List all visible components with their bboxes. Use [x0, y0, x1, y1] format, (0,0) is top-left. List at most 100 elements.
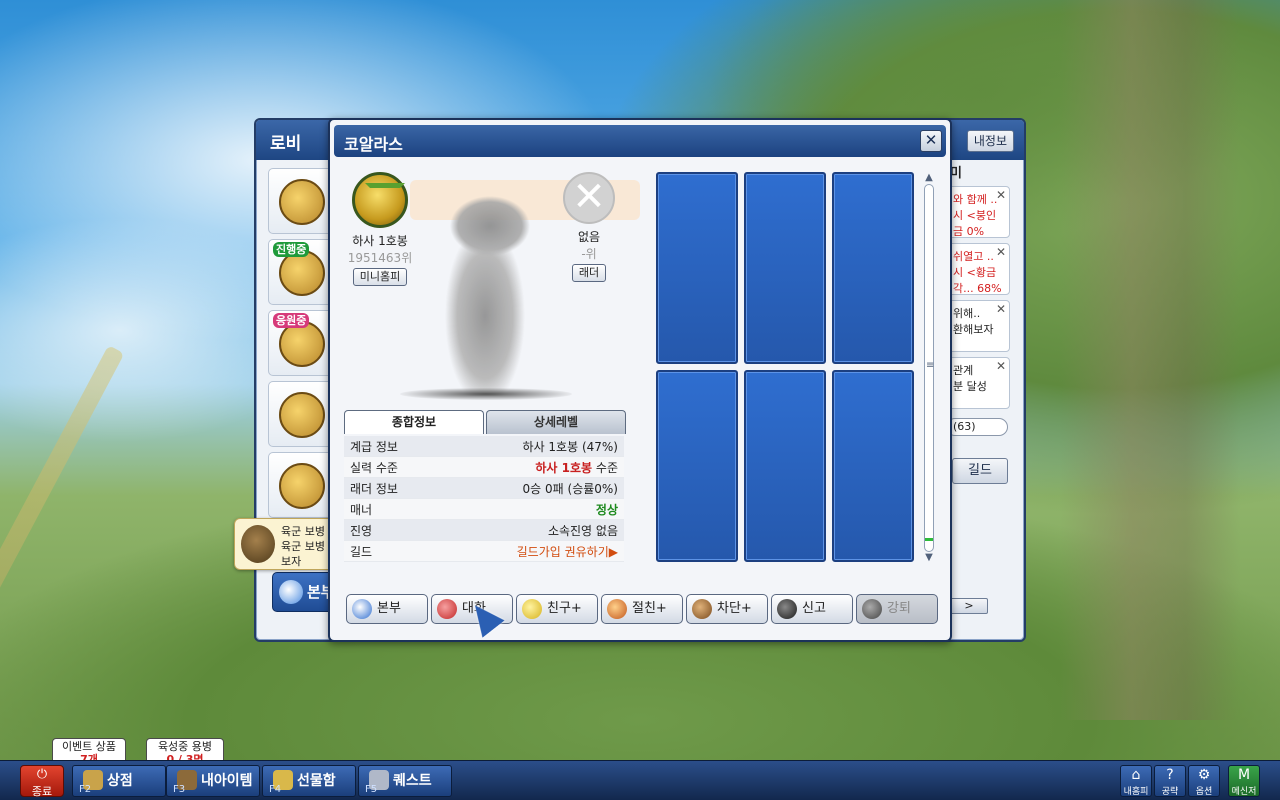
quest-label: 퀘스트	[393, 773, 432, 789]
next-page-button[interactable]: >	[950, 598, 988, 614]
quest-card-line: 금 0%	[953, 225, 985, 238]
options-button[interactable]: ⚙ 옵션	[1188, 765, 1220, 797]
info-label: 매너	[350, 502, 373, 517]
action-label: 본부	[377, 601, 401, 616]
tab-detail-level[interactable]: 상세레벨	[486, 410, 626, 434]
lobby-channel-list: 진행중 응원중	[268, 168, 404, 523]
add-best-friend-button[interactable]: 절친+	[601, 594, 683, 624]
guild-button[interactable]: 길드	[952, 458, 1008, 484]
training-label: 육성중 용병	[157, 740, 213, 753]
weapon-icon	[279, 179, 325, 225]
scroll-up-icon[interactable]: ▲	[922, 172, 936, 184]
quest-card[interactable]: ✕ 관계 분 달성	[946, 357, 1010, 409]
my-homepage-label: 내홈피	[1123, 787, 1149, 797]
hotkey-label: F5	[365, 784, 378, 795]
character-shadow	[400, 388, 572, 400]
quest-card[interactable]: ✕ 와 함께 .. 시 <붕인 금 0%	[946, 186, 1010, 238]
info-label: 계급 정보	[350, 439, 398, 454]
block-icon	[692, 599, 712, 619]
gift-box-button[interactable]: F4 선물함	[262, 765, 356, 797]
info-row-guild: 길드 길드가입 권유하기▶	[344, 541, 624, 562]
info-value: 하사 1호봉 (47%)	[522, 439, 618, 454]
quest-card[interactable]: ✕ 위해.. 환해보자	[946, 300, 1010, 352]
home-icon: ⌂	[1131, 767, 1141, 783]
info-label: 래더 정보	[350, 481, 398, 496]
info-value: 0승 0패 (승률0%)	[522, 481, 618, 496]
add-friend-button[interactable]: 친구+	[516, 594, 598, 624]
ladder-button[interactable]: 래더	[571, 264, 607, 282]
ladder-rank: -위	[581, 247, 597, 261]
guide-button[interactable]: ? 공략	[1154, 765, 1186, 797]
quest-card[interactable]: ✕ 쉬열고 .. 시 <황금 각... 68%	[946, 243, 1010, 295]
quest-button[interactable]: F5 퀘스트	[358, 765, 452, 797]
rank-position: 1951463위	[347, 251, 413, 265]
hotkey-label: F2	[79, 784, 92, 795]
character-silhouette	[430, 196, 542, 396]
scroll-down-icon[interactable]: ▼	[922, 552, 936, 564]
mini-homepage-button[interactable]: 미니홈피	[352, 268, 408, 286]
my-info-button[interactable]: 내정보	[966, 130, 1014, 152]
dialog-title: 코알라스	[344, 135, 403, 154]
my-items-label: 내아이템	[201, 773, 253, 789]
skill-rank-value: 하사 1호봉	[535, 460, 593, 475]
action-label: 차단+	[717, 601, 752, 616]
info-tabs: 종합정보 상세레벨	[344, 410, 626, 434]
info-row-rank: 계급 정보 하사 1호봉 (47%)	[344, 436, 624, 457]
kick-button[interactable]: 강퇴	[856, 594, 938, 624]
right-panel-quests: ✕ 와 함께 .. 시 <붕인 금 0% ✕ 쉬열고 .. 시 <황금 각...…	[946, 186, 1012, 414]
scroll-thumb[interactable]	[925, 538, 933, 541]
my-homepage-button[interactable]: ⌂ 내홈피	[1120, 765, 1152, 797]
cart-icon	[279, 463, 325, 509]
card-slot[interactable]	[744, 370, 826, 562]
card-slot[interactable]	[656, 370, 738, 562]
close-icon[interactable]: ✕	[996, 302, 1006, 316]
guild-invite-link[interactable]: 길드가입 권유하기▶	[517, 543, 618, 560]
report-button[interactable]: 신고	[771, 594, 853, 624]
hotkey-label: F4	[269, 784, 282, 795]
info-value: 소속진영 없음	[547, 523, 618, 538]
info-label: 진영	[350, 523, 373, 538]
help-icon: ?	[1166, 767, 1174, 783]
card-slot[interactable]	[744, 172, 826, 364]
action-label: 신고	[802, 601, 826, 616]
skill-rank-suffix: 수준	[592, 460, 618, 475]
close-icon[interactable]: ✕	[996, 359, 1006, 373]
hq-icon	[279, 580, 303, 604]
kick-icon	[862, 599, 882, 619]
rank-insignia-icon	[352, 172, 408, 228]
tooltip-line: 보자	[281, 555, 302, 568]
close-icon[interactable]: ✕	[996, 245, 1006, 259]
gear-icon: ⚙	[1197, 767, 1211, 783]
shop-button[interactable]: F2 상점	[72, 765, 166, 797]
tab-summary[interactable]: 종합정보	[344, 410, 484, 434]
info-label: 길드	[350, 544, 373, 559]
card-grid	[656, 172, 916, 564]
exit-button[interactable]: ⏻ 종료	[20, 765, 64, 798]
member-count: (63)	[946, 418, 1008, 436]
close-icon[interactable]: ✕	[996, 188, 1006, 202]
action-label: 절친+	[632, 601, 667, 616]
exit-label: 종료	[31, 785, 53, 798]
messenger-icon: M	[1237, 767, 1251, 783]
close-button[interactable]: ✕	[920, 130, 942, 152]
info-value: 하사 1호봉 수준	[535, 459, 618, 476]
tooltip-line: 육군 보병	[281, 525, 325, 538]
scroll-grip-icon[interactable]: ≡	[926, 360, 934, 371]
card-slot[interactable]	[656, 172, 738, 364]
lobby-title: 로비	[270, 134, 302, 154]
hq-icon	[352, 599, 372, 619]
my-items-button[interactable]: F3 내아이템	[166, 765, 260, 797]
hq-action-button[interactable]: 본부	[346, 594, 428, 624]
quest-card-line: 시 <붕인	[953, 209, 997, 222]
card-slot[interactable]	[832, 370, 914, 562]
character-face-icon	[279, 392, 325, 438]
profile-dialog: 코알라스 ✕ 하사 1호봉 1951463위 미니홈피 ✕ 없음 -위 래더 종…	[328, 118, 952, 642]
soldier-avatar-icon	[241, 525, 275, 563]
block-button[interactable]: 차단+	[686, 594, 768, 624]
shop-label: 상점	[107, 773, 133, 789]
tooltip-line: 육군 보병	[281, 540, 325, 553]
card-scrollbar[interactable]: ▲ ≡ ▼	[922, 172, 936, 564]
card-slot[interactable]	[832, 172, 914, 364]
messenger-button[interactable]: M 메신저	[1228, 765, 1260, 797]
quest-card-line: 각... 68%	[953, 282, 1002, 295]
